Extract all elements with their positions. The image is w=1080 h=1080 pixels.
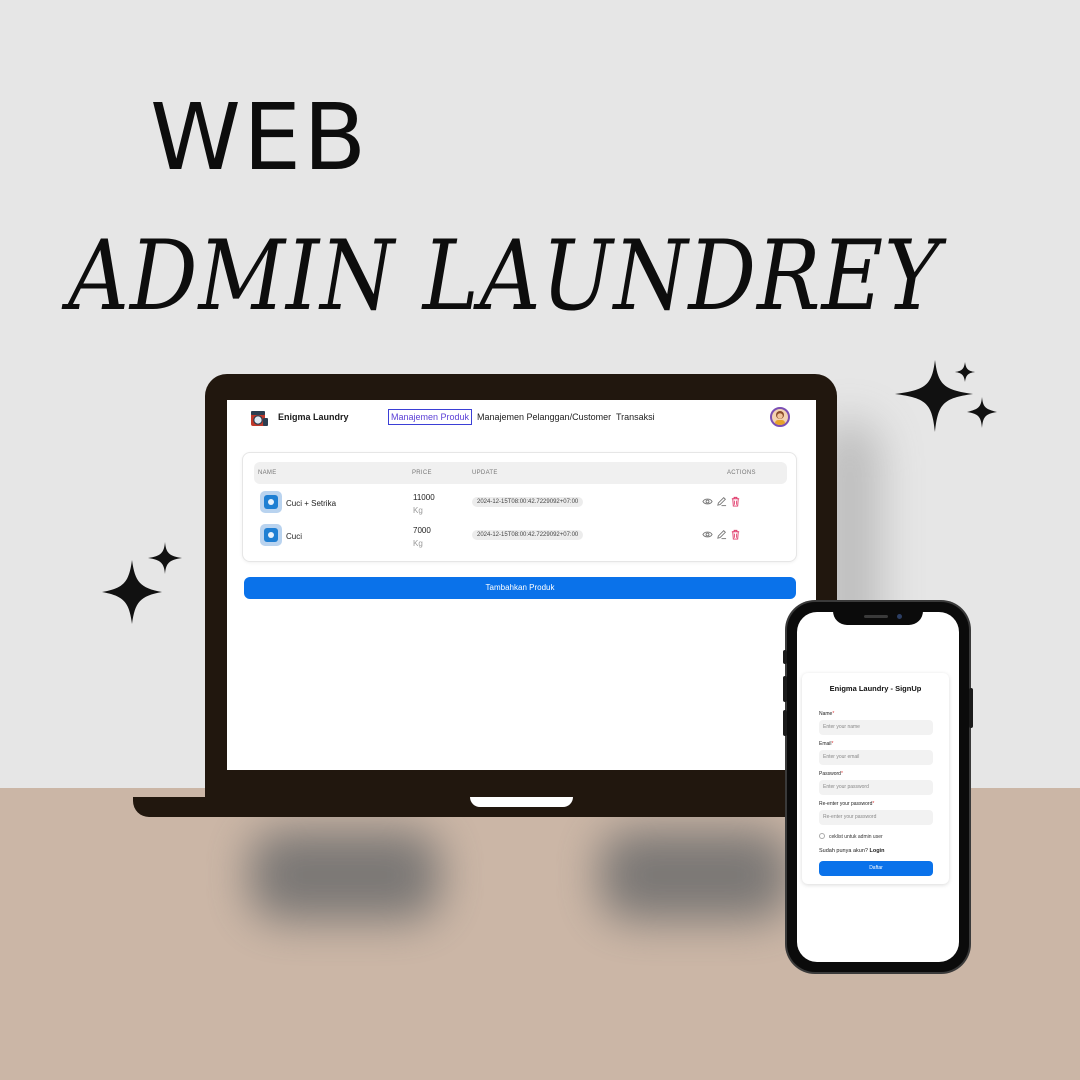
product-price: 11000 [413,493,435,502]
password-input[interactable]: Enter your password [819,780,933,795]
trash-icon[interactable] [730,529,741,540]
phone-volume-up [783,676,787,702]
product-name: Cuci [286,532,303,541]
signup-submit-button[interactable]: Daftar [819,861,933,876]
table-row: Cuci 7000 Kg 2024-12-15T08:00:42.7229092… [243,522,796,552]
top-navbar: Enigma Laundry Manajemen Produk Manajeme… [227,400,816,438]
eye-icon[interactable] [702,529,713,540]
product-unit: Kg [413,506,423,515]
admin-user-checkbox-label: ceklist untuk admin user [829,834,883,840]
name-label: Name* [819,711,835,717]
email-input[interactable]: Enter your email [819,750,933,765]
login-prompt-text: Sudah punya akun? [819,848,868,854]
eye-icon[interactable] [702,496,713,507]
reenter-password-input[interactable]: Re-enter your password [819,810,933,825]
signup-form: Enigma Laundry - SignUp Name* Enter your… [802,673,949,884]
product-image [260,491,282,513]
laptop-reflection-left [250,830,440,920]
login-prompt: Sudah punya akun? Login [819,848,884,854]
sparkle-icon [895,360,997,432]
edit-icon[interactable] [716,496,727,507]
phone-speaker [864,615,888,618]
nav-transaksi[interactable]: Transaksi [616,412,655,422]
product-updated-at: 2024-12-15T08:00:42.7229092+07:00 [472,530,584,540]
table-header: NAME PRICE UPDATE ACTIONS [254,462,787,484]
laptop-reflection-right [600,830,790,920]
phone-camera [897,614,902,619]
header-actions: ACTIONS [727,470,756,476]
user-avatar[interactable] [770,407,790,427]
sparkle-icon [102,542,182,624]
admin-user-checkbox[interactable] [819,833,825,839]
name-input[interactable]: Enter your name [819,720,933,735]
header-update: UPDATE [472,470,498,476]
product-unit: Kg [413,539,423,548]
brand-name: Enigma Laundry [278,412,349,422]
phone-side-button [783,650,787,664]
login-link[interactable]: Login [869,848,884,854]
phone-power-button [969,688,973,728]
desktop-screen: Enigma Laundry Manajemen Produk Manajeme… [227,400,816,770]
password-label: Password* [819,771,843,777]
add-product-button[interactable]: Tambahkan Produk [244,577,796,599]
email-label: Email* [819,741,834,747]
trash-icon[interactable] [730,496,741,507]
header-name: NAME [258,470,277,476]
edit-icon[interactable] [716,529,727,540]
poster-title-web: WEB [150,84,369,191]
reenter-password-label: Re-enter your password* [819,801,875,807]
laundry-logo-icon [251,411,268,426]
product-table-card: NAME PRICE UPDATE ACTIONS Cuci + Setrika… [242,452,797,562]
form-title: Enigma Laundry - SignUp [829,684,922,693]
product-price: 7000 [413,526,431,535]
product-image [260,524,282,546]
product-name: Cuci + Setrika [286,499,337,508]
phone-volume-down [783,710,787,736]
phone-screen: Enigma Laundry - SignUp Name* Enter your… [797,612,959,962]
poster-title-admin-laundrey: ADMIN LAUNDREY [68,220,941,332]
header-price: PRICE [412,470,432,476]
nav-manajemen-produk[interactable]: Manajemen Produk [388,409,473,425]
nav-manajemen-pelanggan[interactable]: Manajemen Pelanggan/Customer [477,412,611,422]
person-icon [775,411,785,425]
table-row: Cuci + Setrika 11000 Kg 2024-12-15T08:00… [243,489,796,519]
product-updated-at: 2024-12-15T08:00:42.7229092+07:00 [472,497,584,507]
laptop-notch [470,797,573,807]
